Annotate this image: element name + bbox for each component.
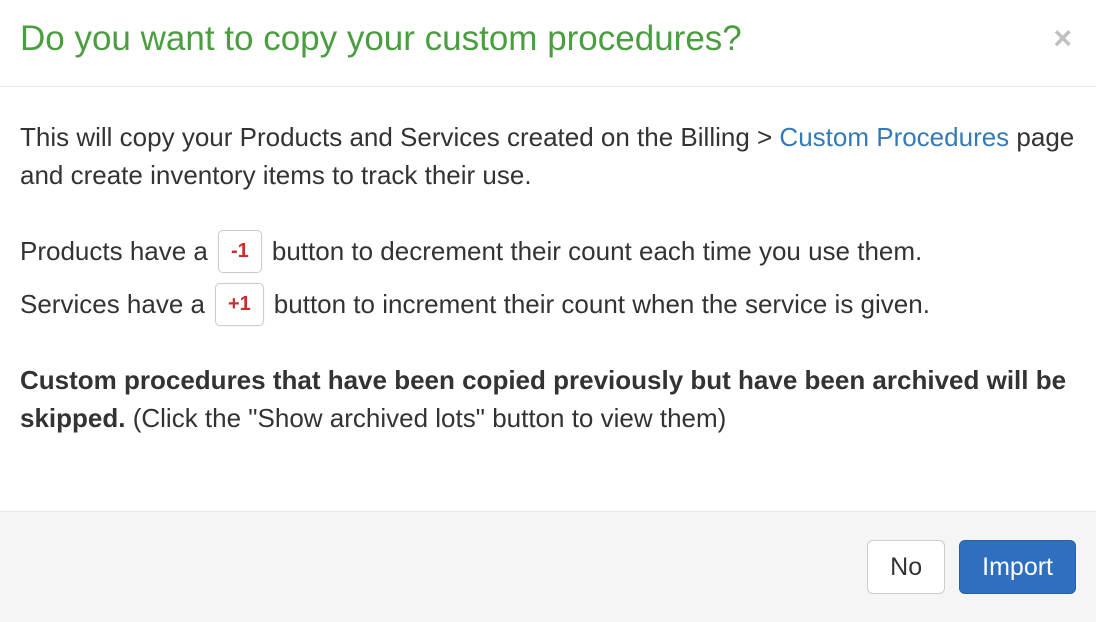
custom-procedures-link[interactable]: Custom Procedures xyxy=(779,122,1009,152)
modal-header: Do you want to copy your custom procedur… xyxy=(0,0,1096,87)
import-button[interactable]: Import xyxy=(959,540,1076,595)
modal-body: This will copy your Products and Service… xyxy=(0,87,1096,511)
archived-note: Custom procedures that have been copied … xyxy=(20,362,1076,437)
intro-text-before: This will copy your Products and Service… xyxy=(20,122,779,152)
modal-dialog: Do you want to copy your custom procedur… xyxy=(0,0,1096,622)
products-text-before: Products have a xyxy=(20,233,208,271)
modal-footer: No Import xyxy=(0,511,1096,622)
products-text-after: button to decrement their count each tim… xyxy=(272,233,922,271)
decrement-chip: -1 xyxy=(218,230,262,273)
no-button[interactable]: No xyxy=(867,540,945,595)
services-text-after: button to increment their count when the… xyxy=(274,286,930,324)
archived-note-paren: (Click the "Show archived lots" button t… xyxy=(125,403,726,433)
close-icon: × xyxy=(1053,20,1072,56)
modal-title: Do you want to copy your custom procedur… xyxy=(20,18,742,60)
services-text-before: Services have a xyxy=(20,286,205,324)
chip-explanations: Products have a -1 button to decrement t… xyxy=(20,230,1076,326)
increment-chip: +1 xyxy=(215,283,264,326)
services-line: Services have a +1 button to increment t… xyxy=(20,283,1076,326)
products-line: Products have a -1 button to decrement t… xyxy=(20,230,1076,273)
close-button[interactable]: × xyxy=(1049,22,1076,54)
intro-paragraph: This will copy your Products and Service… xyxy=(20,119,1076,194)
